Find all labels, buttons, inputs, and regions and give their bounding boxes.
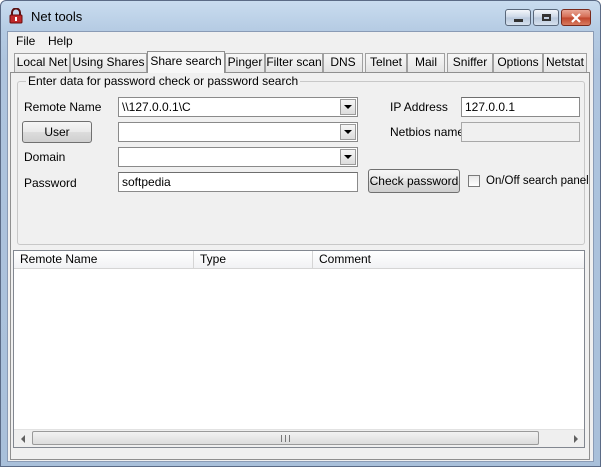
domain-label: Domain (24, 150, 66, 164)
user-dropdown-button[interactable] (340, 124, 356, 140)
tab-telnet[interactable]: Telnet (365, 53, 407, 72)
tab-strip: Local Net Using Shares Share search Ping… (10, 51, 592, 73)
password-search-group: Enter data for password check or passwor… (17, 74, 589, 245)
maximize-icon (541, 14, 551, 21)
user-button[interactable]: User (22, 121, 92, 143)
user-combo[interactable] (118, 122, 358, 142)
tab-dns[interactable]: DNS (323, 53, 363, 72)
tab-local-net[interactable]: Local Net (14, 53, 70, 72)
menu-bar: File Help (8, 32, 593, 50)
tab-options[interactable]: Options (493, 53, 543, 72)
lock-icon (9, 8, 23, 24)
column-type[interactable]: Type (194, 251, 313, 268)
chevron-down-icon (344, 155, 352, 159)
tab-mail[interactable]: Mail (407, 53, 445, 72)
minimize-icon (513, 18, 523, 22)
maximize-button[interactable] (533, 9, 559, 26)
scroll-thumb[interactable] (32, 431, 539, 445)
remote-name-label: Remote Name (24, 100, 102, 114)
scroll-right-button[interactable] (567, 431, 584, 446)
password-input[interactable]: softpedia (118, 172, 358, 192)
netbios-name-label: Netbios name (390, 125, 465, 139)
title-bar[interactable]: Net tools (1, 1, 600, 31)
share-search-panel: Enter data for password check or passwor… (10, 72, 590, 460)
domain-combo[interactable] (118, 147, 358, 167)
tab-netstat[interactable]: Netstat (543, 53, 587, 72)
tab-using-shares[interactable]: Using Shares (70, 53, 147, 72)
menu-help[interactable]: Help (48, 34, 73, 48)
close-icon (571, 12, 581, 23)
remote-name-combo[interactable]: \\127.0.0.1\C (118, 97, 358, 117)
window-title: Net tools (31, 9, 83, 24)
group-title: Enter data for password check or passwor… (26, 74, 301, 88)
search-panel-label: On/Off search panel (486, 175, 589, 187)
netbios-name-input (461, 122, 580, 142)
tab-pinger[interactable]: Pinger (225, 53, 265, 72)
tab-sniffer[interactable]: Sniffer (447, 53, 493, 72)
tab-share-search[interactable]: Share search (147, 51, 225, 73)
ip-address-input[interactable]: 127.0.0.1 (461, 97, 580, 117)
column-comment[interactable]: Comment (313, 251, 584, 268)
remote-name-value: \\127.0.0.1\C (122, 100, 191, 114)
minimize-button[interactable] (505, 9, 531, 26)
close-button[interactable] (561, 9, 591, 26)
chevron-right-icon (573, 434, 578, 443)
client-area: File Help Local Net Using Shares Share s… (7, 31, 594, 462)
search-panel-checkbox[interactable] (468, 175, 480, 187)
domain-dropdown-button[interactable] (340, 149, 356, 165)
password-label: Password (24, 176, 77, 190)
chevron-down-icon (344, 130, 352, 134)
chevron-down-icon (344, 105, 352, 109)
menu-file[interactable]: File (16, 34, 35, 48)
tab-filter-scan[interactable]: Filter scan (265, 53, 323, 72)
results-list[interactable]: Remote Name Type Comment (13, 250, 585, 448)
chevron-left-icon (20, 434, 25, 443)
remote-name-dropdown-button[interactable] (340, 99, 356, 115)
scroll-left-button[interactable] (14, 431, 31, 446)
ip-address-label: IP Address (390, 100, 448, 114)
column-remote-name[interactable]: Remote Name (14, 251, 194, 268)
list-header: Remote Name Type Comment (14, 251, 584, 269)
horizontal-scrollbar[interactable] (14, 429, 584, 447)
grip-icon (281, 435, 290, 442)
check-password-button[interactable]: Check password (368, 169, 460, 193)
app-window: Net tools File Help Local Net Using Shar… (0, 0, 601, 467)
